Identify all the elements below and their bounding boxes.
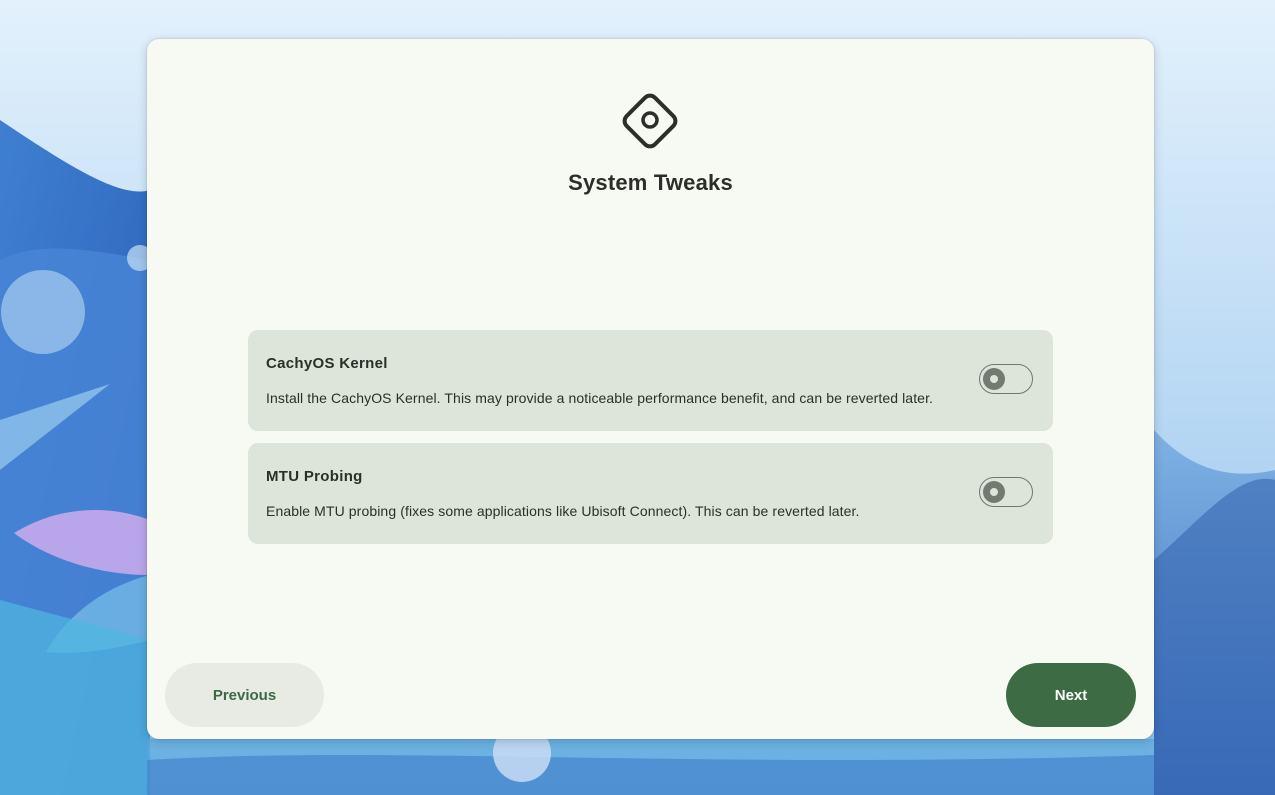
page-title: System Tweaks	[568, 170, 733, 195]
option-row-mtu-probing: MTU Probing Enable MTU probing (fixes so…	[248, 443, 1053, 544]
desktop-background: System Tweaks CachyOS Kernel Install the…	[0, 0, 1275, 795]
previous-button[interactable]: Previous	[165, 663, 324, 727]
toggle-knob	[983, 481, 1005, 503]
setup-window: System Tweaks CachyOS Kernel Install the…	[147, 39, 1154, 739]
next-button[interactable]: Next	[1006, 663, 1136, 727]
option-description: Install the CachyOS Kernel. This may pro…	[266, 390, 934, 406]
toggle-knob	[983, 368, 1005, 390]
mtu-probing-toggle[interactable]	[979, 477, 1033, 507]
cachyos-kernel-toggle[interactable]	[979, 364, 1033, 394]
option-title: MTU Probing	[266, 468, 363, 485]
option-description: Enable MTU probing (fixes some applicati…	[266, 503, 860, 519]
diamond-tweak-icon	[622, 93, 678, 149]
option-row-cachyos-kernel: CachyOS Kernel Install the CachyOS Kerne…	[248, 330, 1053, 431]
option-title: CachyOS Kernel	[266, 355, 388, 372]
